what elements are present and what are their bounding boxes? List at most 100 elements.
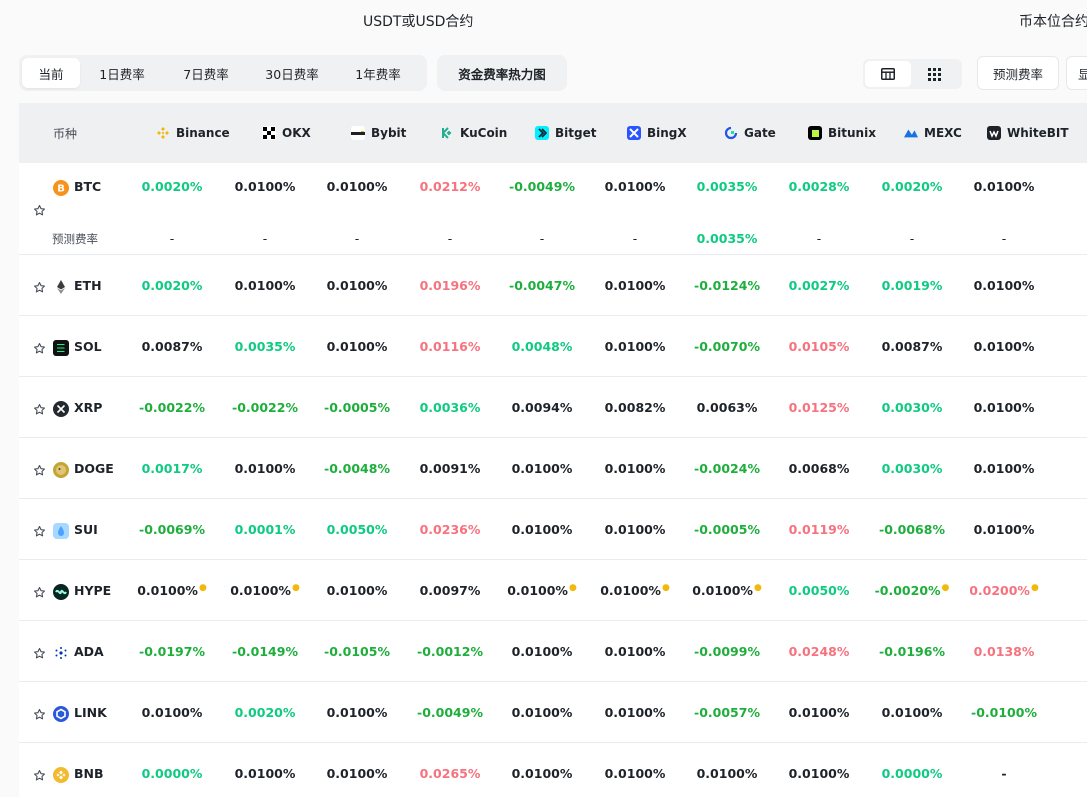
funding-rate-cell[interactable]: 0.0100% <box>220 461 310 476</box>
funding-rate-cell[interactable]: 0.0100% <box>497 461 587 476</box>
funding-rate-cell[interactable]: 0.0100%● <box>220 583 310 598</box>
funding-rate-cell[interactable]: -0.0005% <box>682 522 772 537</box>
coin-symbol[interactable]: BTC <box>74 179 101 194</box>
funding-rate-cell[interactable]: -0.0070% <box>682 339 772 354</box>
coin-symbol[interactable]: SUI <box>74 522 98 537</box>
funding-rate-cell[interactable]: -0.0005% <box>312 400 402 415</box>
header-whitebit[interactable]: WhiteBIT <box>987 103 1069 163</box>
funding-rate-cell[interactable]: 0.0105% <box>774 339 864 354</box>
header-binance[interactable]: Binance <box>156 103 230 163</box>
funding-rate-cell[interactable]: 0.0000% <box>127 766 217 781</box>
funding-rate-cell[interactable]: -0.0022% <box>220 400 310 415</box>
funding-rate-cell[interactable]: -0.0124% <box>682 278 772 293</box>
funding-rate-cell[interactable]: -0.0105% <box>312 644 402 659</box>
funding-rate-cell[interactable]: 0.0087% <box>127 339 217 354</box>
tab-current[interactable]: 当前 <box>22 58 80 88</box>
coin-symbol[interactable]: HYPE <box>74 583 111 598</box>
funding-rate-cell[interactable]: 0.0097% <box>405 583 495 598</box>
funding-rate-cell[interactable]: -0.0020%● <box>867 583 957 598</box>
funding-rate-cell[interactable]: 0.0100%● <box>127 583 217 598</box>
funding-rate-cell[interactable]: 0.0100%● <box>682 583 772 598</box>
predicted-rate-button[interactable]: 预测费率 <box>977 56 1059 90</box>
funding-rate-cell[interactable]: 0.0100% <box>959 179 1049 194</box>
funding-rate-cell[interactable]: 0.0100% <box>312 179 402 194</box>
funding-rate-cell[interactable]: 0.0100% <box>312 583 402 598</box>
tab-7d[interactable]: 7日费率 <box>164 58 248 88</box>
funding-rate-cell[interactable]: -0.0022% <box>127 400 217 415</box>
funding-rate-cell[interactable]: -0.0049% <box>497 179 587 194</box>
table-row[interactable]: ETH 0.0020% 0.0100% 0.0100% 0.0196% -0.0047% 0… <box>19 255 1087 316</box>
funding-rate-cell[interactable]: 0.0116% <box>405 339 495 354</box>
favorite-star-icon[interactable] <box>33 202 47 216</box>
funding-rate-cell[interactable]: 0.0100% <box>959 339 1049 354</box>
header-bitget[interactable]: Bitget <box>535 103 596 163</box>
funding-rate-cell[interactable]: 0.0196% <box>405 278 495 293</box>
funding-rate-cell[interactable]: 0.0100% <box>590 339 680 354</box>
heatmap-button[interactable]: 资金费率热力图 <box>437 55 567 91</box>
funding-rate-cell[interactable]: -0.0196% <box>867 644 957 659</box>
favorite-star-icon[interactable] <box>33 279 47 293</box>
coin-margined-contracts-title[interactable]: 币本位合约 <box>1019 11 1087 31</box>
funding-rate-cell[interactable]: 0.0000% <box>867 766 957 781</box>
funding-rate-cell[interactable]: 0.0100% <box>220 179 310 194</box>
header-mexc[interactable]: MEXC <box>904 103 962 163</box>
funding-rate-cell[interactable]: 0.0100% <box>959 461 1049 476</box>
table-row[interactable]: BNB 0.0000% 0.0100% 0.0100% 0.0265% 0.0100% 0.… <box>19 743 1087 797</box>
funding-rate-cell[interactable]: 0.0100% <box>590 705 680 720</box>
funding-rate-cell[interactable]: 0.0020% <box>867 179 957 194</box>
funding-rate-cell[interactable]: 0.0100% <box>220 278 310 293</box>
funding-rate-cell[interactable]: -0.0012% <box>405 644 495 659</box>
grid-view-button[interactable] <box>911 61 957 87</box>
funding-rate-cell[interactable]: 0.0020% <box>127 278 217 293</box>
funding-rate-cell[interactable]: -0.0099% <box>682 644 772 659</box>
header-bybit[interactable]: Bybit <box>351 103 406 163</box>
funding-rate-cell[interactable]: 0.0020% <box>220 705 310 720</box>
table-row[interactable]: SOL 0.0087% 0.0035% 0.0100% 0.0116% 0.0048% 0.… <box>19 316 1087 377</box>
funding-rate-cell[interactable]: -0.0048% <box>312 461 402 476</box>
funding-rate-cell[interactable]: 0.0027% <box>774 278 864 293</box>
coin-symbol[interactable]: SOL <box>74 339 102 354</box>
funding-rate-cell[interactable]: 0.0265% <box>405 766 495 781</box>
coin-symbol[interactable]: ETH <box>74 278 102 293</box>
funding-rate-cell[interactable]: 0.0100% <box>590 461 680 476</box>
funding-rate-cell[interactable]: 0.0094% <box>497 400 587 415</box>
header-okx[interactable]: OKX <box>262 103 311 163</box>
funding-rate-cell[interactable]: 0.0212% <box>405 179 495 194</box>
funding-rate-cell[interactable]: -0.0024% <box>682 461 772 476</box>
funding-rate-cell[interactable]: 0.0020% <box>127 179 217 194</box>
table-row[interactable]: DOGE 0.0017% 0.0100% -0.0048% 0.0091% 0.0100%… <box>19 438 1087 499</box>
funding-rate-cell[interactable]: 0.0100% <box>774 705 864 720</box>
funding-rate-cell[interactable]: 0.0100% <box>497 522 587 537</box>
favorite-star-icon[interactable] <box>33 401 47 415</box>
funding-rate-cell[interactable]: 0.0100% <box>590 522 680 537</box>
funding-rate-cell[interactable]: 0.0050% <box>774 583 864 598</box>
funding-rate-cell[interactable]: 0.0200%● <box>959 583 1049 598</box>
funding-rate-cell[interactable]: 0.0100% <box>127 705 217 720</box>
funding-rate-cell[interactable]: 0.0100%● <box>497 583 587 598</box>
header-kucoin[interactable]: KuCoin <box>440 103 507 163</box>
funding-rate-cell[interactable]: 0.0100% <box>959 400 1049 415</box>
coin-symbol[interactable]: ADA <box>74 644 104 659</box>
funding-rate-cell[interactable]: 0.0063% <box>682 400 772 415</box>
header-gate[interactable]: Gate <box>724 103 776 163</box>
funding-rate-cell[interactable]: 0.0048% <box>497 339 587 354</box>
favorite-star-icon[interactable] <box>33 340 47 354</box>
funding-rate-cell[interactable]: 0.0100% <box>497 705 587 720</box>
funding-rate-cell[interactable]: -0.0069% <box>127 522 217 537</box>
funding-rate-cell[interactable]: 0.0100% <box>312 705 402 720</box>
funding-rate-cell[interactable]: 0.0100%● <box>590 583 680 598</box>
funding-rate-cell[interactable]: 0.0030% <box>867 400 957 415</box>
funding-rate-cell[interactable]: 0.0138% <box>959 644 1049 659</box>
funding-rate-cell[interactable]: 0.0017% <box>127 461 217 476</box>
funding-rate-cell[interactable]: 0.0100% <box>312 339 402 354</box>
funding-rate-cell[interactable]: 0.0050% <box>312 522 402 537</box>
funding-rate-cell[interactable]: -0.0057% <box>682 705 772 720</box>
table-row[interactable]: XRP -0.0022% -0.0022% -0.0005% 0.0036% 0.0094… <box>19 377 1087 438</box>
funding-rate-cell[interactable]: 0.0100% <box>312 766 402 781</box>
funding-rate-cell[interactable]: 0.0125% <box>774 400 864 415</box>
table-row[interactable]: B BTC 0.0020% 0.0100% 0.0100% 0.0212% -0.0049%… <box>19 163 1087 255</box>
funding-rate-cell[interactable]: 0.0236% <box>405 522 495 537</box>
funding-rate-cell[interactable]: 0.0082% <box>590 400 680 415</box>
funding-rate-cell[interactable]: 0.0248% <box>774 644 864 659</box>
funding-rate-cell[interactable]: 0.0100% <box>220 766 310 781</box>
